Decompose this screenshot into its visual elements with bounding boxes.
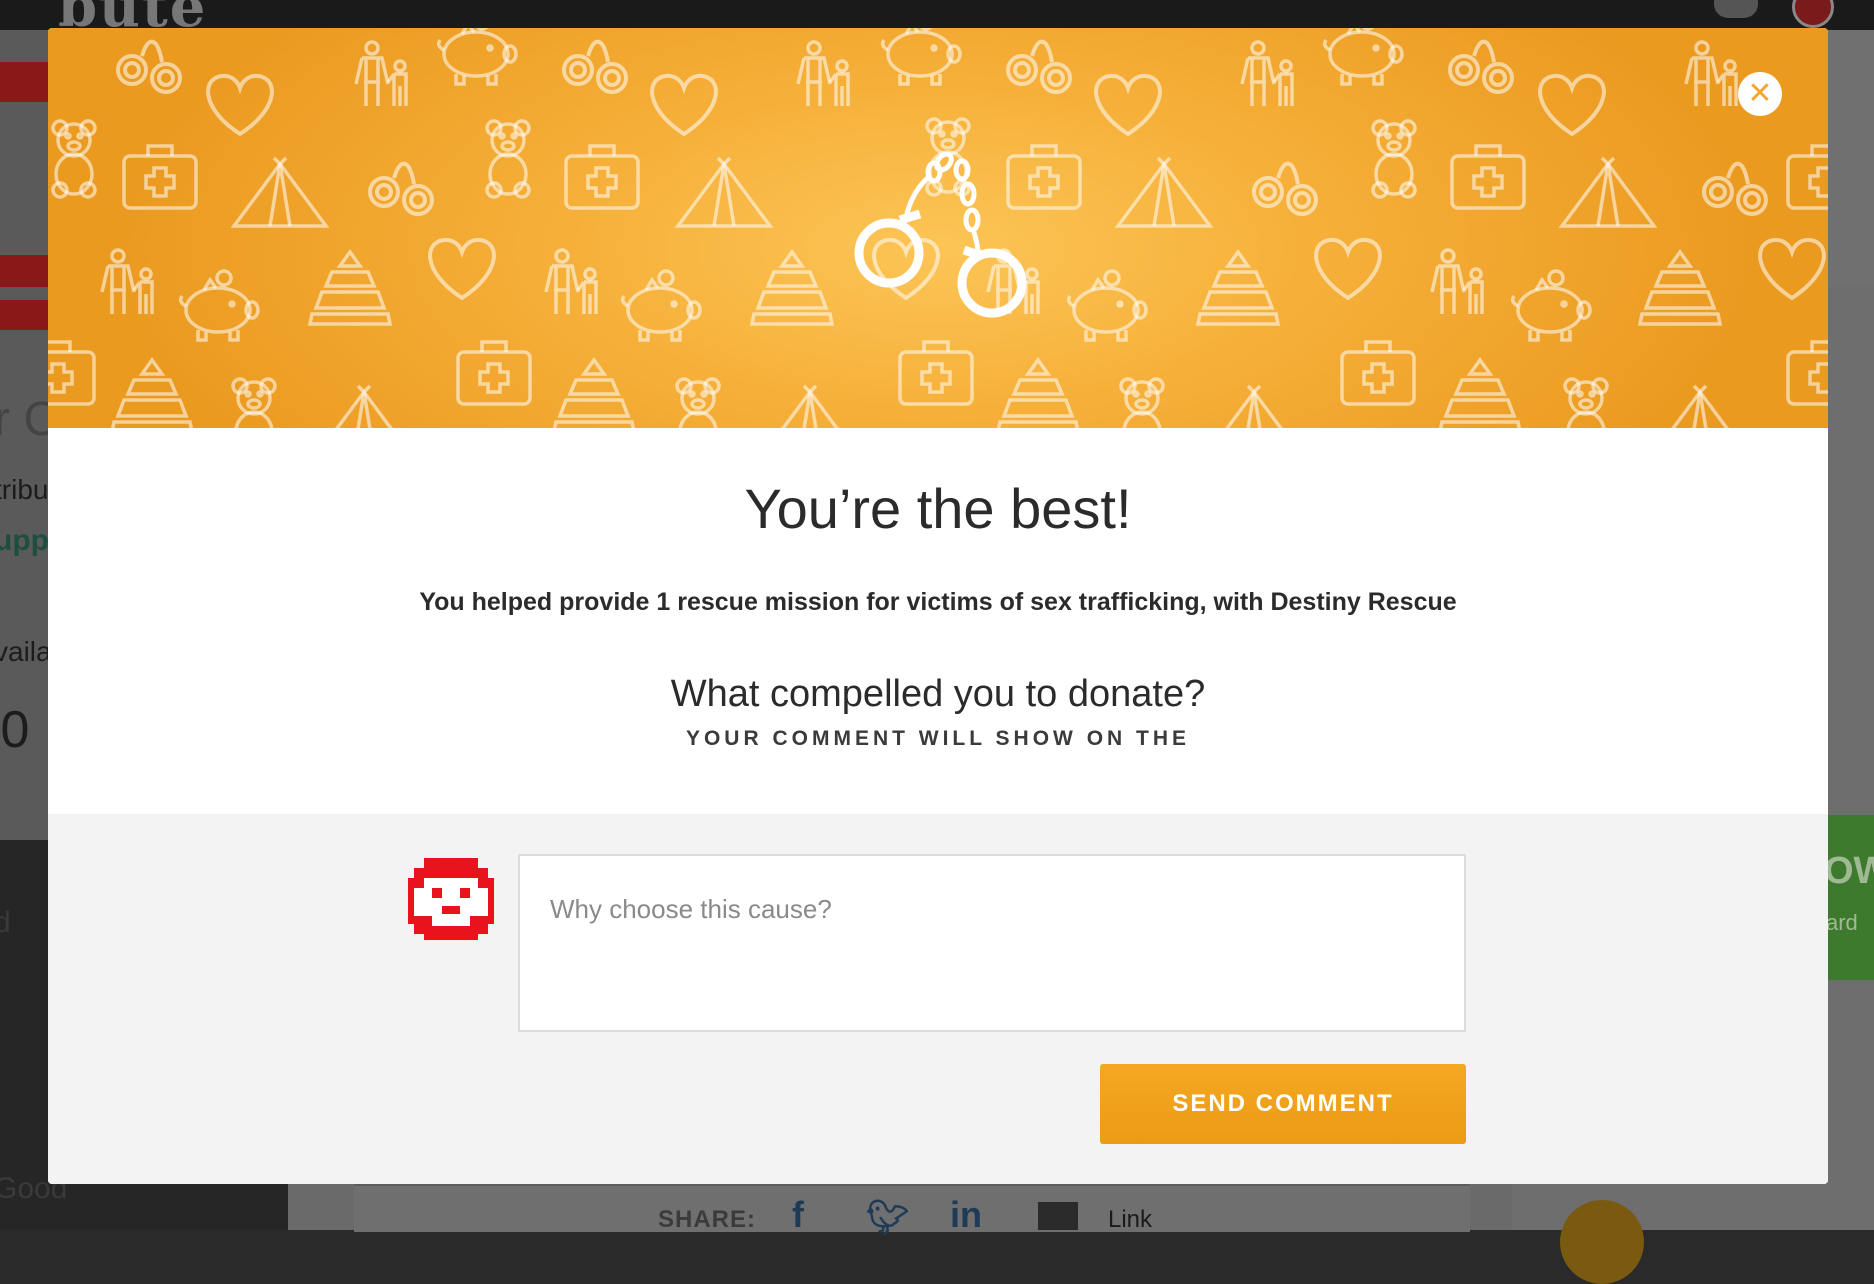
background-button-subtext: ard [1826,910,1858,935]
background-fragment: d [0,906,11,939]
background-share-bar [354,1184,1470,1232]
background-top-icons [1714,0,1834,28]
background-fragment: tribu [0,474,49,505]
comment-input[interactable] [518,854,1466,1032]
comment-question: What compelled you to donate? [670,673,1206,715]
impact-message: You helped provide 1 rescue mission for … [419,588,1457,616]
background-topbar [0,0,1874,30]
comment-section: SEND COMMENT [48,814,1828,1184]
background-button-fragment: OW [1824,850,1874,892]
handcuffs-icon [854,151,1027,318]
notification-icon [1714,0,1758,18]
background-badge-icon [1560,1200,1644,1284]
modal-banner: ✕ [48,28,1828,428]
modal-title: You’re the best! [744,477,1132,540]
comment-hint: YOUR COMMENT WILL SHOW ON THE [685,727,1191,750]
background-fragment: vaila [0,636,52,667]
background-right-card [1826,30,1874,286]
close-button[interactable]: ✕ [1738,72,1782,116]
send-comment-button[interactable]: SEND COMMENT [1100,1064,1466,1144]
twitter-icon: 🐦︎ [866,1199,910,1237]
close-icon: ✕ [1747,76,1773,111]
thank-you-modal: ✕ You’re the best! You helped provide 1 … [48,28,1828,1184]
background-fragment: .0 [0,701,30,759]
user-avatar [408,855,494,940]
mail-icon [1038,1202,1078,1230]
background-fragment: upp [0,524,49,557]
background-donate-button [1826,815,1874,980]
